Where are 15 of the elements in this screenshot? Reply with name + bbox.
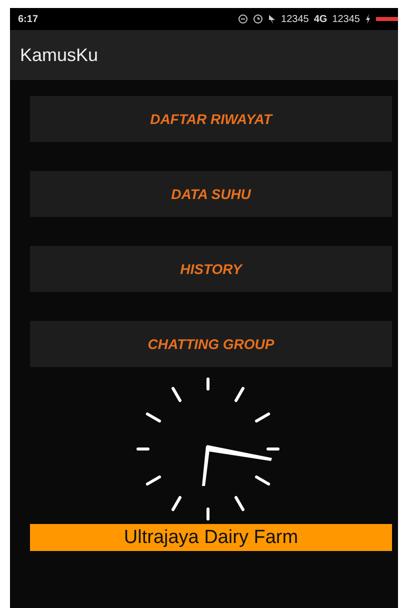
banner-text: Ultrajaya Dairy Farm [124,526,298,548]
charging-icon [365,14,371,24]
signal-text: 12345 [281,14,309,24]
circle-icon [238,14,248,24]
alarm-icon [253,14,264,24]
signal-text: 12345 [332,14,360,24]
app-title: KamusKu [20,44,98,66]
menu-button[interactable]: DATA SUHU [30,171,392,217]
menu-button[interactable]: DAFTAR RIWAYAT [30,96,392,142]
cursor-icon [268,14,276,24]
status-time: 6:17 [18,14,38,24]
menu-button[interactable]: HISTORY [30,246,392,292]
battery-icon [376,17,398,21]
network-type: 4G [314,14,328,24]
menu-button[interactable]: CHATTING GROUP [30,321,392,367]
